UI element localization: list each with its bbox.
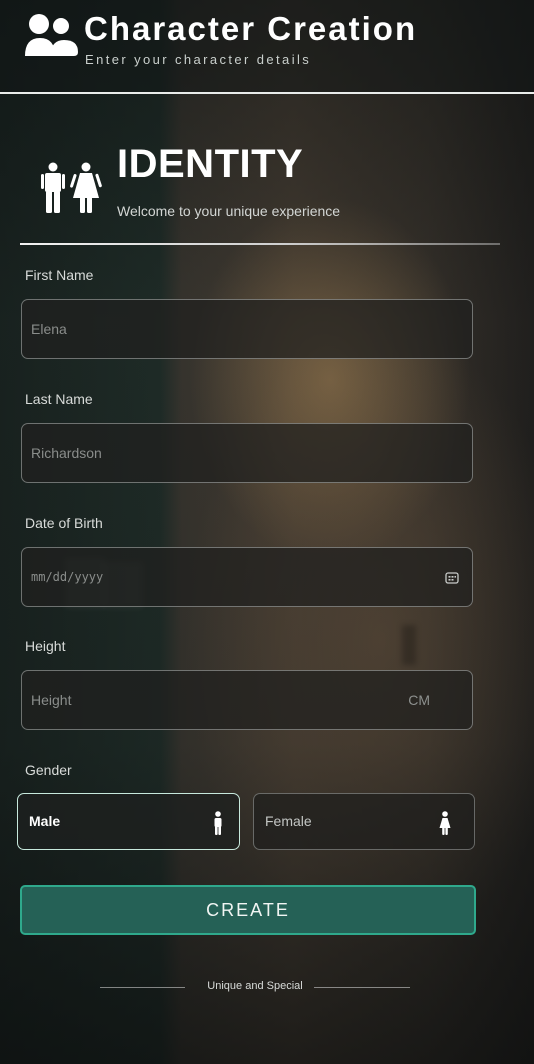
first-name-field-box bbox=[21, 299, 473, 359]
gender-male-label: Male bbox=[29, 813, 61, 829]
height-input[interactable] bbox=[31, 671, 391, 729]
gender-female-label: Female bbox=[265, 813, 312, 829]
users-icon bbox=[25, 14, 78, 56]
first-name-input[interactable] bbox=[31, 300, 391, 358]
header-divider bbox=[0, 92, 534, 94]
first-name-label: First Name bbox=[25, 267, 94, 283]
calendar-icon[interactable] bbox=[445, 571, 459, 584]
dob-label: Date of Birth bbox=[25, 515, 103, 531]
create-button[interactable]: CREATE bbox=[20, 885, 476, 935]
male-icon bbox=[214, 811, 222, 835]
height-unit: CM bbox=[408, 692, 430, 708]
restroom-icon bbox=[41, 162, 102, 213]
app-subtitle: Enter your character details bbox=[85, 52, 312, 67]
height-label: Height bbox=[25, 638, 66, 654]
footer-text: Unique and Special bbox=[207, 980, 303, 992]
page-header: Character Creation Enter your character … bbox=[0, 0, 534, 92]
footer-text-wrapper: Unique and Special bbox=[100, 980, 410, 992]
last-name-input[interactable] bbox=[31, 424, 391, 482]
female-icon bbox=[439, 811, 451, 835]
footer: Unique and Special bbox=[100, 980, 410, 996]
dob-input[interactable] bbox=[31, 548, 391, 606]
height-field-box: CM bbox=[21, 670, 473, 730]
section-title: IDENTITY bbox=[117, 142, 304, 186]
section-subtitle: Welcome to your unique experience bbox=[117, 203, 341, 219]
gender-male-option[interactable]: Male bbox=[17, 793, 240, 850]
background-blur-shape bbox=[402, 625, 416, 665]
last-name-label: Last Name bbox=[25, 391, 93, 407]
last-name-field-box bbox=[21, 423, 473, 483]
dob-field-box bbox=[21, 547, 473, 607]
app-title: Character Creation bbox=[84, 10, 418, 47]
gender-female-option[interactable]: Female bbox=[253, 793, 475, 850]
gender-label: Gender bbox=[25, 762, 72, 778]
section-divider bbox=[20, 243, 500, 245]
